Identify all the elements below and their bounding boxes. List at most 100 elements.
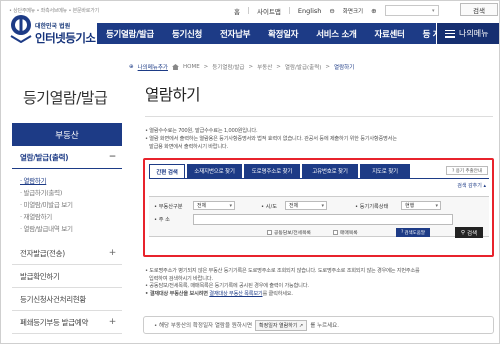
breadcrumb-separator: > [248,64,254,70]
home-link[interactable]: 홈 [234,6,240,16]
search-panel: 간편 검색 소재지번으로 찾기 도로명주소로 찾기 고유번호로 찾기 지도로 찾… [143,158,494,257]
checkbox-label: 공동담보/전세목록 [274,231,311,236]
sidebar-item-case-status[interactable]: 등기신청사건처리현황 [12,288,122,311]
breadcrumb-current: 열람하기 [334,65,355,71]
tab-road-address[interactable]: 도로명주소로 찾기 [244,164,300,178]
breadcrumb-item[interactable]: 열람/발급(출력) [285,63,322,71]
hide-search-label: 검색 감추기 [457,183,482,189]
chevron-down-icon: ▾ [321,203,324,209]
search-icon: ⚲ [460,229,465,236]
sidebar-item-issue-check[interactable]: 발급확인하기 [12,265,122,288]
breadcrumb-item[interactable]: 부동산 [257,63,272,71]
add-my-menu-link[interactable]: 나의메뉴추가 [138,63,168,71]
page-title: 열람하기 [145,86,201,104]
tab-map[interactable]: 지도로 찾기 [360,164,410,178]
help-icon: ? [400,230,404,235]
site-search-input[interactable]: ▾ [384,5,439,16]
logo-subtitle: 대한민국 법원 [35,23,71,30]
zoom-plus-icon[interactable]: ⊕ [371,7,376,15]
help-button[interactable]: ? 용기 추출안내 [446,166,488,175]
logo-title: 인터넷등기소 [35,31,96,45]
info-text: 를 누르세요. [310,323,339,329]
status-label: • 등기기록상태 [355,204,389,210]
my-menu-button[interactable]: 나의메뉴 [436,23,499,44]
note-line: • 도로명주소가 병기되지 않은 부동산 등기기록은 도로명주소로 조회되지 않… [145,268,420,274]
home-icon [171,64,179,70]
sidebar-item-e-issue[interactable]: 전자발급(전송) + [12,242,122,265]
city-select[interactable]: 전체 ▾ [285,201,327,210]
target-property-list-link[interactable]: 결재대상 부동산 목록보기 [209,291,262,297]
address-label: • 주 소 [154,217,170,223]
note-line: • 결재대상 부동산을 보시려면 결재대상 부동산 목록보기를 클릭하세요. [145,291,495,299]
note-text: • 결재대상 부동산을 보시려면 [145,290,208,297]
divider [247,7,249,14]
sidebar-sub-history[interactable]: · 열람/발급내역 보기 [20,223,73,233]
sidebar-sub-review[interactable]: · 재열람하기 [20,211,52,221]
tab-unique-number[interactable]: 고유번호로 찾기 [302,164,358,178]
hide-search-link[interactable]: 검색 감추기 ▴ [457,182,486,189]
main-navigation: 등기열람/발급 등기신청 전자납부 확정일자 서비스 소개 자료센터 등 계 나… [97,23,499,44]
sidebar-item-view-issue[interactable]: 열람/발급(출력) − [12,146,122,169]
city-select-value: 전체 [289,203,299,209]
nav-item-data-center[interactable]: 자료센터 [365,28,413,40]
sidebar-sub-unviewed[interactable]: · 미열람/미발급 보기 [20,199,73,209]
joint-collateral-checkbox[interactable]: 공동담보/전세목록 [267,229,311,236]
breadcrumb-item[interactable]: 등기열람/발급 [212,63,244,71]
zoom-minus-icon[interactable]: ⊖ [329,7,334,15]
status-select[interactable]: 현행 ▾ [401,201,441,210]
search-help-button[interactable]: ? 검색도움말 [396,228,430,237]
note-line: 입력하여 검색하시기 바랍니다. [149,275,213,282]
type-select-value: 전체 [197,203,207,209]
nav-item-registry-view[interactable]: 등기열람/발급 [97,28,163,40]
add-my-menu-icon: ⊕ [129,64,134,70]
nav-item-e-payment[interactable]: 전자납부 [211,28,259,40]
court-emblem-icon [10,15,32,43]
note-line: • 열람수수료는 700원, 발급수수료는 1,000원입니다. [145,128,258,134]
zoom-label: 화면크기 [342,8,364,15]
nav-item-registry-apply[interactable]: 등기신청 [163,28,211,40]
expand-icon: + [108,317,117,327]
type-select[interactable]: 전체 ▾ [193,201,235,210]
collapse-icon: − [108,152,117,162]
checkbox-label: 매매목록 [340,231,358,236]
sales-list-checkbox[interactable]: 매매목록 [333,229,358,236]
my-menu-label: 나의메뉴 [459,29,489,38]
sidebar-item-label: 등기신청사건처리현황 [20,294,86,304]
search-notes: • 도로명주소가 병기되지 않은 부동산 등기기록은 도로명주소로 조회되지 않… [145,268,495,298]
browser-viewport: • 상단주메뉴 • 좌측서브메뉴 • 본문바로가기 홈 사이트맵 English… [0,0,500,344]
divider [145,116,493,117]
fixed-date-view-button[interactable]: 확정일자 열람하기 ↗ [255,319,308,331]
nav-item-service-intro[interactable]: 서비스 소개 [307,28,365,40]
fixed-date-info-box: • 해당 부동산의 확정일자 열람을 원하시면 확정일자 열람하기 ↗ 를 누르… [143,316,494,334]
checkbox-box [333,230,338,235]
tab-simple-search[interactable]: 간편 검색 [149,164,185,178]
breadcrumb-home[interactable]: HOME [183,64,200,70]
sidebar-sub-issue[interactable]: · 발급하기(출력) [20,187,62,197]
search-button[interactable]: ⚲ 검색 [455,227,483,238]
site-logo[interactable]: 대한민국 법원 인터넷등기소 [8,13,98,49]
sidebar-section-real-estate[interactable]: 부동산 [12,123,122,146]
english-link[interactable]: English [298,7,321,15]
sidebar-sub-view[interactable]: · 열람하기 [20,175,47,185]
info-text: • 해당 부동산의 확정일자 열람을 원하시면 [154,323,253,329]
city-label: • 시/도 [261,204,278,210]
nav-item-fixed-date[interactable]: 확정일자 [259,28,307,40]
sidebar-item-label: 열람/발급(출력) [20,152,69,162]
expand-icon: + [108,248,117,258]
fee-notes: • 열람수수료는 700원, 발급수수료는 1,000원입니다. • 열람 화면… [145,127,495,151]
address-input[interactable] [193,214,453,225]
breadcrumb-separator: > [276,64,281,70]
tab-lot-address[interactable]: 소재지번으로 찾기 [187,164,242,178]
chevron-down-icon: ▾ [435,203,438,209]
sidebar-title: 등기열람/발급 [23,89,108,107]
sitemap-link[interactable]: 사이트맵 [257,6,281,16]
search-tabs: 간편 검색 소재지번으로 찾기 도로명주소로 찾기 고유번호로 찾기 지도로 찾… [149,164,410,178]
chevron-up-icon: ▴ [483,183,486,189]
search-help-label: 검색도움말 [404,230,426,236]
sidebar-item-closed-registry[interactable]: 폐쇄등기부등 발급예약 + [12,311,122,334]
checkbox-box [267,230,272,235]
breadcrumb-separator: > [325,64,331,70]
type-label: • 부동산구분 [154,204,183,210]
chevron-down-icon: ▾ [229,203,232,209]
site-search-button[interactable]: 검색 [460,3,498,16]
